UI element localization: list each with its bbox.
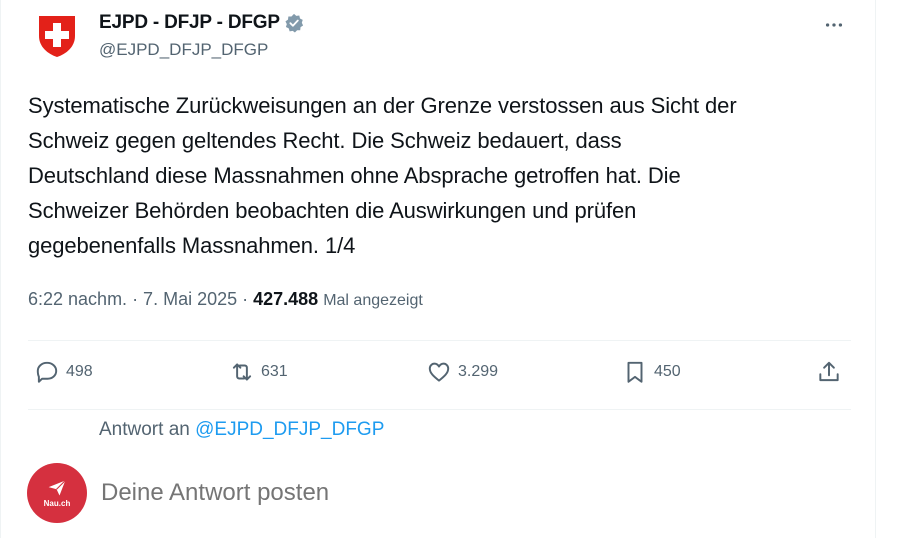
repost-button[interactable]: 631 xyxy=(229,359,288,385)
author-name-row[interactable]: EJPD - DFJP - DFGP xyxy=(99,12,304,34)
reply-context-prefix: Antwort an xyxy=(99,419,190,440)
verified-badge-icon[interactable] xyxy=(284,13,304,33)
view-count: 427.488 xyxy=(253,289,319,309)
bookmark-button[interactable]: 450 xyxy=(622,359,681,385)
like-button[interactable]: 3.299 xyxy=(426,359,498,385)
divider xyxy=(28,340,851,341)
bookmark-count: 450 xyxy=(654,363,681,380)
tweet-timestamp[interactable]: 6:22 nachm. · 7. Mai 2025 xyxy=(28,289,237,310)
tweet-panel: EJPD - DFJP - DFGP @EJPD_DFJP_DFGP Syste… xyxy=(0,0,876,538)
tweet-text: Systematische Zurückweisungen an der Gre… xyxy=(28,93,737,258)
reply-context-handle-link[interactable]: @EJPD_DFJP_DFGP xyxy=(195,419,384,440)
divider xyxy=(28,409,851,410)
reply-context: Antwort an @EJPD_DFJP_DFGP xyxy=(99,419,384,441)
repost-icon xyxy=(232,363,252,381)
bookmark-icon xyxy=(627,361,643,383)
reply-composer: Nau.ch xyxy=(27,463,851,523)
tweet-meta: 6:22 nachm. · 7. Mai 2025 · 427.488 Mal … xyxy=(28,289,423,310)
like-count: 3.299 xyxy=(458,363,499,380)
meta-separator: · xyxy=(242,289,249,309)
swiss-shield-icon[interactable] xyxy=(35,14,79,58)
heart-icon xyxy=(428,362,450,382)
tweet-actions: 498 631 3.299 450 xyxy=(28,355,851,395)
author-display-name[interactable]: EJPD - DFJP - DFGP xyxy=(99,12,280,34)
more-options-icon[interactable] xyxy=(821,12,847,38)
view-count-label: Mal angezeigt xyxy=(323,292,423,309)
repost-count: 631 xyxy=(261,363,288,380)
reply-input[interactable] xyxy=(101,477,801,509)
paper-plane-icon xyxy=(48,480,66,496)
reply-count: 498 xyxy=(66,363,93,380)
reply-button[interactable]: 498 xyxy=(34,359,93,385)
share-icon xyxy=(819,361,839,382)
avatar[interactable]: Nau.ch xyxy=(27,463,87,523)
tweet-header: EJPD - DFJP - DFGP @EJPD_DFJP_DFGP xyxy=(27,8,857,68)
share-button[interactable] xyxy=(816,359,842,385)
author-handle[interactable]: @EJPD_DFJP_DFGP xyxy=(99,40,268,60)
reply-icon xyxy=(36,361,58,383)
avatar-brand-text: Nau.ch xyxy=(43,499,71,508)
